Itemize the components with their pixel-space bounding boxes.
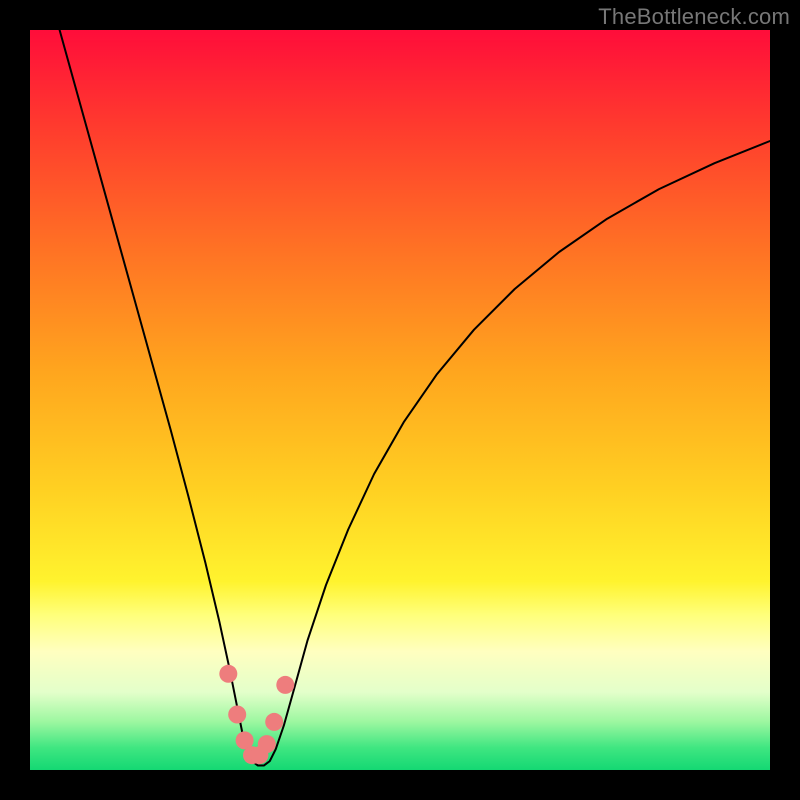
plot-background	[30, 30, 770, 770]
chart-frame: TheBottleneck.com	[0, 0, 800, 800]
highlight-point	[265, 713, 283, 731]
highlight-point	[258, 735, 276, 753]
bottleneck-chart	[0, 0, 800, 800]
highlight-point	[219, 665, 237, 683]
highlight-point	[276, 676, 294, 694]
watermark-text: TheBottleneck.com	[598, 4, 790, 30]
highlight-point	[228, 706, 246, 724]
